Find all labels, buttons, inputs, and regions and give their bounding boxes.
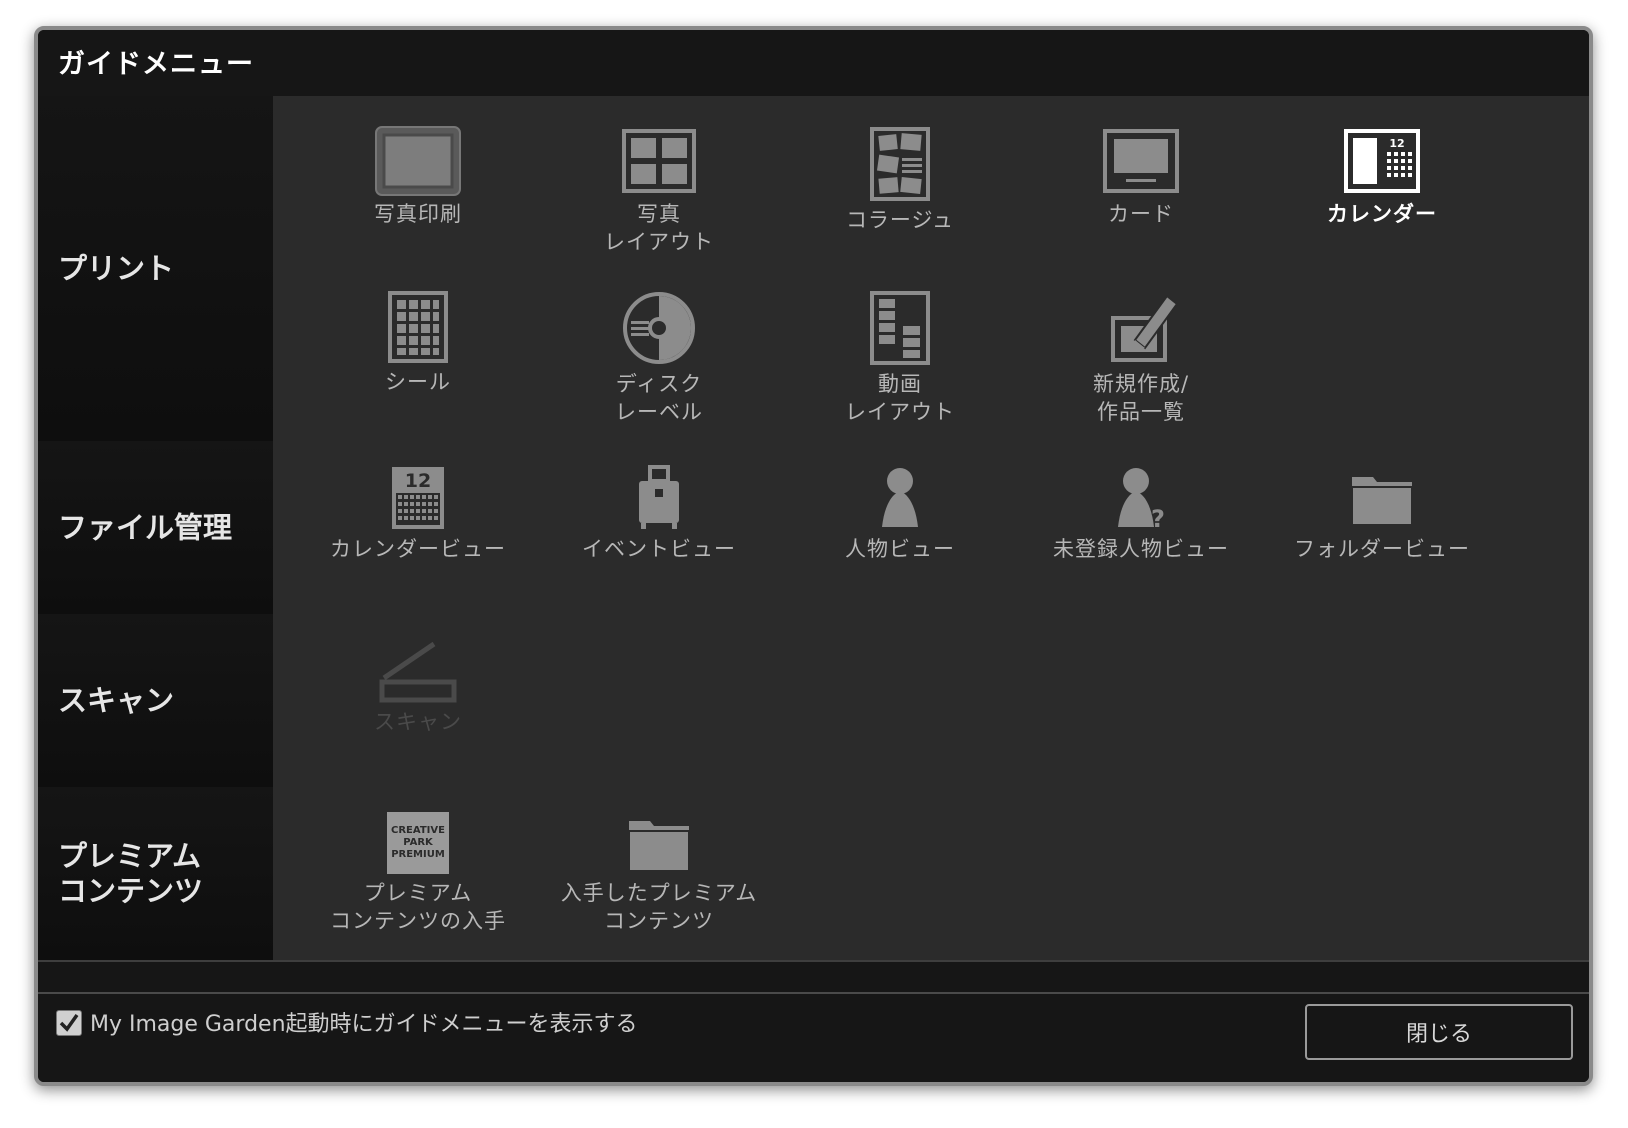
checkmark-icon [59,1013,79,1032]
item-photo-print[interactable]: 写真印刷 [298,126,538,228]
section-label-print: プリント [38,96,273,441]
item-sticker[interactable]: シール [298,290,538,396]
photo-print-icon [375,126,461,196]
footer: My Image Garden起動時にガイドメニューを表示する 閉じる [38,992,1589,1082]
event-view-icon [639,465,679,529]
badge-line-2: PARK [403,837,434,848]
item-scan[interactable]: スキャン [298,638,538,736]
creative-park-premium-icon: CREATIVE PARK PREMIUM [387,812,449,874]
section-label-file-management: ファイル管理 [38,441,273,614]
photo-layout-icon [622,129,696,193]
window-title: ガイドメニュー [58,49,254,80]
section-file-management: ファイル管理 12 カレンダービュー イベントビュー 人物ビュー ? 未登録人物… [38,441,1589,616]
section-print: プリント 写真印刷 写真 レイアウト コラージュ カード 12 カレンダー シー… [38,96,1589,443]
item-unregistered-people-view[interactable]: ? 未登録人物ビュー [1021,465,1261,563]
item-label: 人物ビュー [845,537,955,561]
section-body-scan: スキャン [273,614,1589,787]
show-on-startup-checkbox[interactable] [56,1010,82,1036]
item-label: 新規作成/ 作品一覧 [1092,372,1190,424]
guide-menu-window: ガイドメニュー プリント 写真印刷 写真 レイアウト コラージュ カード 12 … [34,26,1593,1086]
item-label: プレミアム コンテンツの入手 [330,881,506,933]
section-body-premium-contents: CREATIVE PARK PREMIUM プレミアム コンテンツの入手 入手し… [273,787,1589,960]
item-collage[interactable]: コラージュ [780,126,1020,234]
item-label: 動画 レイアウト [845,372,955,424]
item-label: コラージュ [845,208,955,232]
section-title-premium-contents: プレミアム コンテンツ [58,838,204,908]
section-title-file-management: ファイル管理 [58,510,233,544]
item-event-view[interactable]: イベントビュー [539,465,779,563]
downloaded-premium-folder-icon [628,821,690,872]
scanner-icon [379,641,457,703]
badge-line-3: PREMIUM [391,849,445,860]
item-new-creation[interactable]: 新規作成/ 作品一覧 [1021,290,1261,426]
sticker-icon [388,291,448,363]
item-label: カード [1108,202,1174,226]
show-on-startup-label[interactable]: My Image Garden起動時にガイドメニューを表示する [90,1006,638,1038]
new-creation-icon [1111,294,1179,362]
section-label-scan: スキャン [38,614,273,787]
calendar-icon: 12 [1344,129,1420,193]
section-title-print: プリント [58,251,175,285]
section-body-print: 写真印刷 写真 レイアウト コラージュ カード 12 カレンダー シール ディス… [273,96,1589,441]
people-view-icon [882,468,918,527]
section-premium-contents: プレミアム コンテンツ CREATIVE PARK PREMIUM プレミアム … [38,787,1589,962]
item-label: カレンダー [1327,202,1437,226]
collage-icon [870,127,930,201]
folder-view-icon [1351,477,1413,526]
badge-line-1: CREATIVE [391,825,445,836]
section-scan: スキャン スキャン [38,614,1589,789]
section-body-file-management: 12 カレンダービュー イベントビュー 人物ビュー ? 未登録人物ビュー フォル… [273,441,1589,614]
item-downloaded-premium-contents[interactable]: 入手したプレミアム コンテンツ [539,811,779,935]
close-button[interactable]: 閉じる [1305,1004,1573,1060]
item-label: ディスク レーベル [615,372,703,424]
item-video-layout[interactable]: 動画 レイアウト [780,290,1020,426]
item-label: 未登録人物ビュー [1053,537,1229,561]
svg-text:?: ? [1151,505,1165,531]
item-calendar[interactable]: 12 カレンダー [1262,126,1502,228]
item-calendar-view[interactable]: 12 カレンダービュー [298,465,538,563]
item-label: 入手したプレミアム コンテンツ [560,881,758,933]
item-label: カレンダービュー [330,537,506,561]
item-label: フォルダービュー [1294,537,1470,561]
item-label: シール [385,370,451,394]
section-label-premium-contents: プレミアム コンテンツ [38,787,273,960]
video-layout-icon [870,291,930,365]
svg-text:12: 12 [405,470,431,492]
disc-label-icon [623,292,695,364]
item-get-premium-contents[interactable]: CREATIVE PARK PREMIUM プレミアム コンテンツの入手 [298,811,538,935]
item-label: 写真印刷 [374,202,462,226]
unregistered-people-icon: ? [1118,468,1166,531]
item-disc-label[interactable]: ディスク レーベル [539,290,779,426]
item-people-view[interactable]: 人物ビュー [780,465,1020,563]
item-label: 写真 レイアウト [604,202,714,254]
item-photo-layout[interactable]: 写真 レイアウト [539,126,779,256]
section-title-scan: スキャン [58,683,175,717]
item-folder-view[interactable]: フォルダービュー [1262,465,1502,563]
item-label: イベントビュー [582,537,736,561]
item-card[interactable]: カード [1021,126,1261,228]
svg-text:12: 12 [1389,137,1404,150]
card-icon [1103,129,1179,193]
title-bar: ガイドメニュー [38,30,1589,98]
calendar-view-icon: 12 [392,467,444,529]
item-label: スキャン [374,710,462,734]
